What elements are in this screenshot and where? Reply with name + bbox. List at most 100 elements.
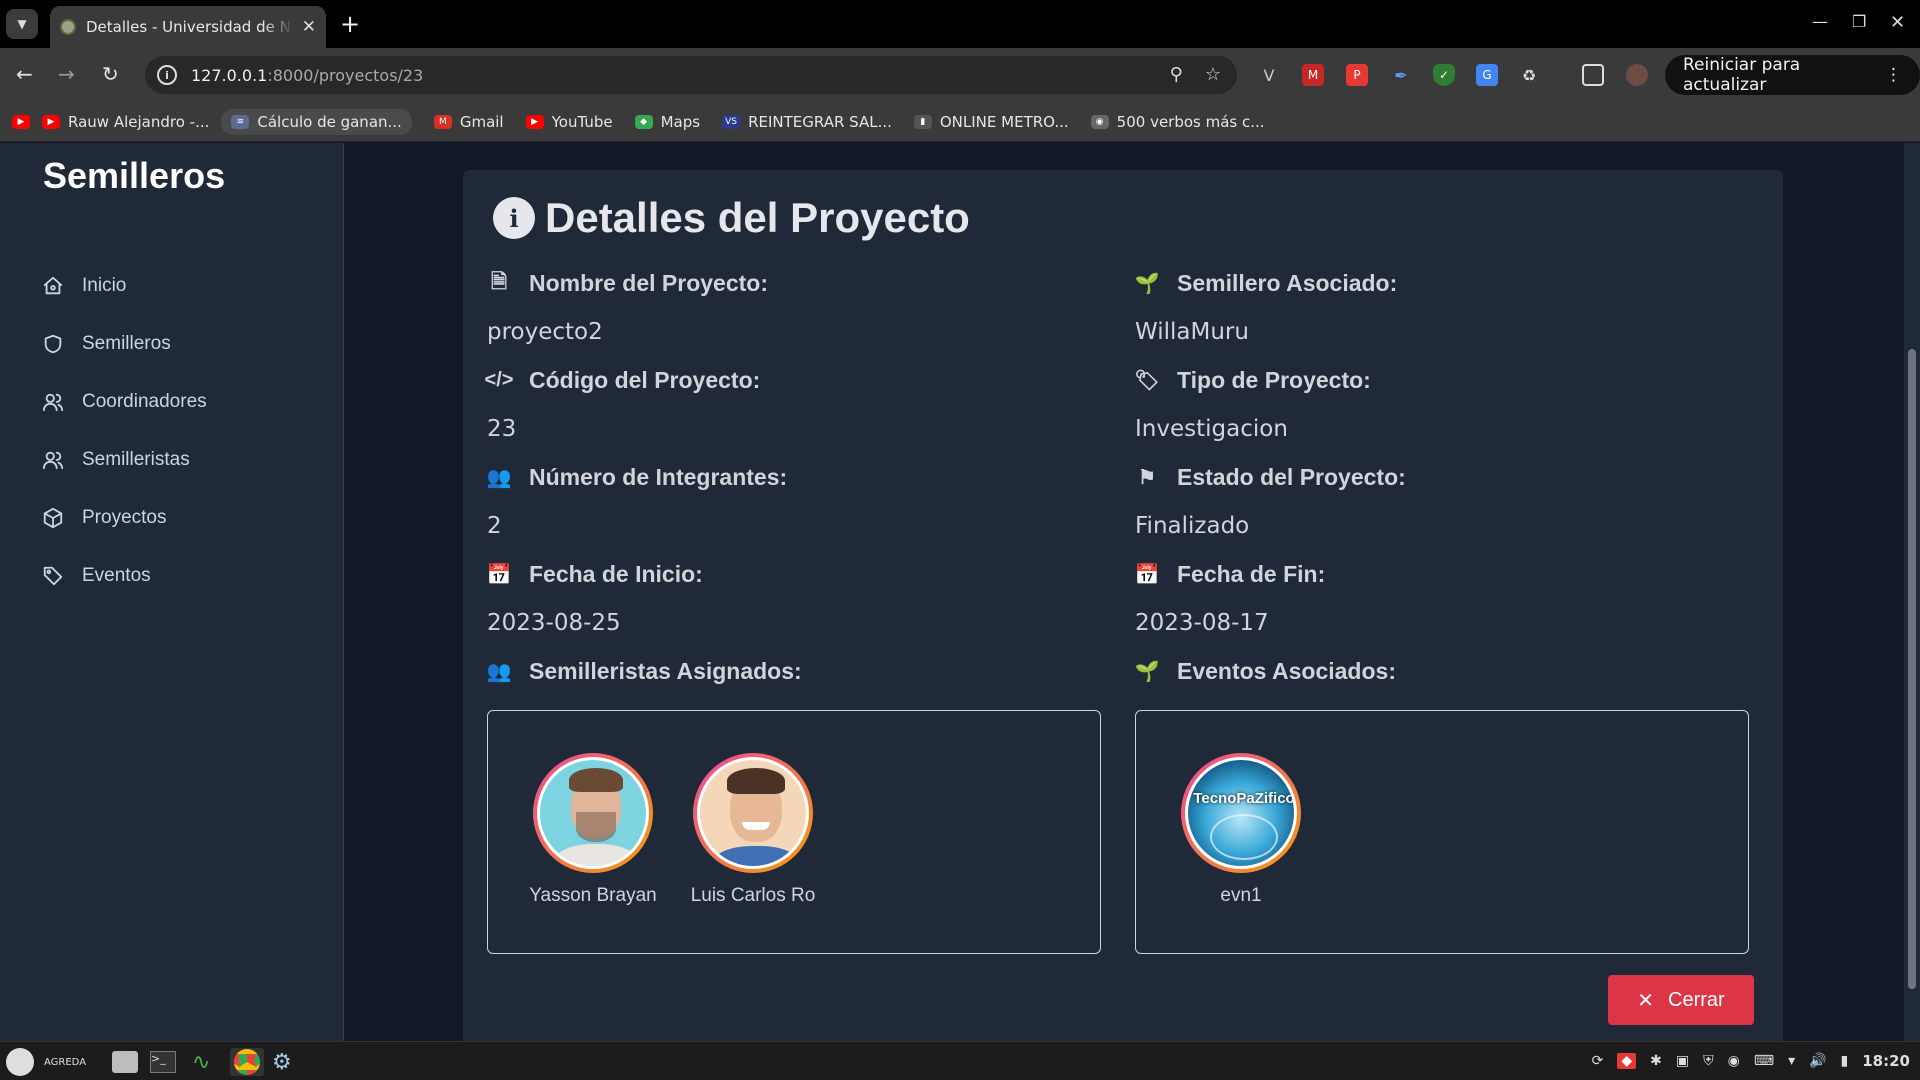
shield-extension-icon[interactable]: ✓ <box>1433 64 1455 86</box>
evento-logo-text: TecnoPaZifico <box>1193 790 1295 807</box>
battery-icon[interactable]: ▮ <box>1841 1053 1849 1069</box>
home-icon <box>43 276 63 295</box>
volume-icon[interactable]: 🔊 <box>1809 1053 1826 1069</box>
page-scrollbar[interactable] <box>1904 143 1920 1041</box>
bookmark-label: Rauw Alejandro -... <box>68 112 210 131</box>
restore-icon[interactable]: ❐ <box>1852 12 1866 31</box>
address-bar[interactable]: i 127.0.0.1:8000/proyectos/23 ⚲ ☆ <box>145 56 1237 94</box>
sidebar-item-label: Eventos <box>82 565 151 586</box>
sidebar-item-inicio[interactable]: Inicio <box>42 257 207 315</box>
tab-search-button[interactable]: ▼ <box>6 9 38 39</box>
site-info-icon[interactable]: i <box>157 65 177 85</box>
relaunch-button[interactable]: Reiniciar para actualizar ⋮ <box>1665 55 1920 95</box>
nombre-value: proyecto2 <box>487 319 603 345</box>
page-title: Detalles del Proyecto <box>545 194 970 241</box>
bookmark-item[interactable]: ▶ Rauw Alejandro -... <box>42 113 209 131</box>
tag-icon: 🏷 <box>1134 370 1160 392</box>
bluetooth-icon[interactable]: ✱ <box>1650 1053 1662 1069</box>
youtube-icon: ▶ <box>12 114 30 129</box>
sidebar-item-eventos[interactable]: Eventos <box>42 547 207 605</box>
keyboard-icon[interactable]: ⌨ <box>1754 1053 1774 1069</box>
close-icon: ✕ <box>1637 989 1655 1012</box>
files-icon[interactable] <box>112 1048 138 1076</box>
semilleristas-box: Yasson Brayan Luis Carlos Ro <box>487 710 1101 954</box>
nvidia-icon[interactable]: ◉ <box>1728 1053 1740 1069</box>
settings-icon[interactable]: ⚙ <box>272 1048 292 1076</box>
clipboard-icon[interactable]: ▣ <box>1676 1053 1689 1069</box>
integrantes-label: 👥 Número de Integrantes: <box>486 464 788 490</box>
bookmark-item[interactable]: ▶ YouTube <box>525 112 613 131</box>
anydesk-icon[interactable]: ◆ <box>1617 1053 1637 1069</box>
evento-card[interactable]: TecnoPaZifico evn1 <box>1176 753 1306 907</box>
close-button[interactable]: ✕ Cerrar <box>1608 975 1754 1025</box>
calendar-icon: 📅 <box>1134 564 1160 586</box>
mendeley-icon[interactable]: M <box>1302 64 1324 86</box>
semillero-value: WillaMuru <box>1135 319 1249 345</box>
file-icon: 🗎 <box>490 270 508 293</box>
close-tab-icon[interactable]: ✕ <box>302 17 316 37</box>
project-details-card: i Detalles del Proyecto 🗎 Nombre del Pro… <box>463 170 1783 1041</box>
bookmark-item[interactable]: ≋ Cálculo de ganan... <box>221 108 412 135</box>
bookmark-item[interactable]: ◉ 500 verbos más c... <box>1090 112 1265 131</box>
reload-icon[interactable]: ↻ <box>102 62 119 86</box>
semillerista-card[interactable]: Luis Carlos Ro <box>688 753 818 907</box>
inicio-value: 2023-08-25 <box>487 610 621 636</box>
bookmark-star-icon[interactable]: ☆ <box>1205 64 1221 85</box>
bookmark-item[interactable]: ◆ Maps <box>634 113 700 131</box>
forward-icon[interactable]: → <box>58 62 75 86</box>
minimize-icon[interactable]: — <box>1812 12 1828 31</box>
sidebar-item-semilleros[interactable]: Semilleros <box>42 315 207 373</box>
sidebar-item-semilleristas[interactable]: Semilleristas <box>42 431 207 489</box>
sidebar-item-proyectos[interactable]: Proyectos <box>42 489 207 547</box>
chrome-icon[interactable] <box>230 1048 264 1076</box>
users-icon: 👥 <box>486 467 512 489</box>
clock[interactable]: 18:20 <box>1862 1052 1910 1070</box>
bookmark-label: Cálculo de ganan... <box>257 112 402 131</box>
sidebar: Semilleros Inicio Semilleros Coordinadores… <box>0 143 344 1041</box>
color-picker-icon[interactable]: ✒ <box>1390 64 1412 86</box>
sidebar-item-coordinadores[interactable]: Coordinadores <box>42 373 207 431</box>
bookmark-label: 500 verbos más c... <box>1116 112 1265 131</box>
bookmark-item[interactable]: ▮ ONLINE METRO... <box>913 113 1069 131</box>
translate-icon[interactable]: G <box>1476 64 1498 86</box>
calendar-icon: 📅 <box>486 564 512 586</box>
user-menu[interactable]: AGREDA <box>6 1048 86 1076</box>
gmail-icon: M <box>433 114 452 129</box>
system-monitor-icon[interactable]: ∿ <box>192 1048 210 1076</box>
seedling-icon: 🌱 <box>1134 661 1160 683</box>
menu-dots-icon[interactable]: ⋮ <box>1885 65 1902 85</box>
bookmark-label: YouTube <box>551 112 613 131</box>
semillerista-card[interactable]: Yasson Brayan <box>528 753 658 907</box>
bookmark-item[interactable]: M Gmail <box>433 112 504 131</box>
sidebar-brand[interactable]: Semilleros <box>43 155 225 197</box>
vimium-icon[interactable]: V <box>1258 64 1280 86</box>
tipo-value: Investigacion <box>1135 416 1288 442</box>
sync-icon[interactable]: ⟳ <box>1592 1053 1604 1069</box>
web-page: Semilleros Inicio Semilleros Coordinadores… <box>0 143 1920 1041</box>
close-window-icon[interactable]: ✕ <box>1890 12 1905 33</box>
zoom-icon[interactable]: ⚲ <box>1170 64 1183 85</box>
info-circle-icon: i <box>493 197 535 239</box>
evento-name: evn1 <box>1220 885 1262 906</box>
side-panel-icon[interactable] <box>1582 64 1604 86</box>
profile-avatar-icon[interactable] <box>1626 64 1648 86</box>
terminal-icon[interactable]: >_ <box>150 1048 176 1076</box>
sidebar-item-label: Semilleros <box>82 333 171 354</box>
shield-icon <box>44 334 62 354</box>
bookmarks-bar: ▶ ▶ Rauw Alejandro -... ≋ Cálculo de ganan..… <box>0 102 1920 142</box>
security-icon[interactable]: ⛨ <box>1703 1053 1714 1069</box>
youtube-icon: ▶ <box>42 114 60 129</box>
pdf-extension-icon[interactable]: P <box>1346 64 1368 86</box>
bookmark-item[interactable]: ▶ <box>12 114 30 129</box>
wifi-icon[interactable]: ▾ <box>1788 1053 1795 1069</box>
bookmark-label: Gmail <box>459 112 504 131</box>
fin-label: 📅 Fecha de Fin: <box>1134 561 1326 587</box>
chart-icon: ≋ <box>231 114 250 129</box>
active-tab[interactable]: Detalles - Universidad de Nariño ✕ <box>50 6 326 48</box>
scrollbar-thumb[interactable] <box>1908 349 1916 989</box>
back-icon[interactable]: ← <box>16 62 33 86</box>
extensions-icon[interactable]: ♻ <box>1518 64 1540 86</box>
new-tab-button[interactable]: + <box>340 10 360 38</box>
browser-toolbar: ← → ↻ i 127.0.0.1:8000/proyectos/23 ⚲ ☆ … <box>0 48 1920 102</box>
bookmark-item[interactable]: VS REINTEGRAR SAL... <box>722 113 892 131</box>
